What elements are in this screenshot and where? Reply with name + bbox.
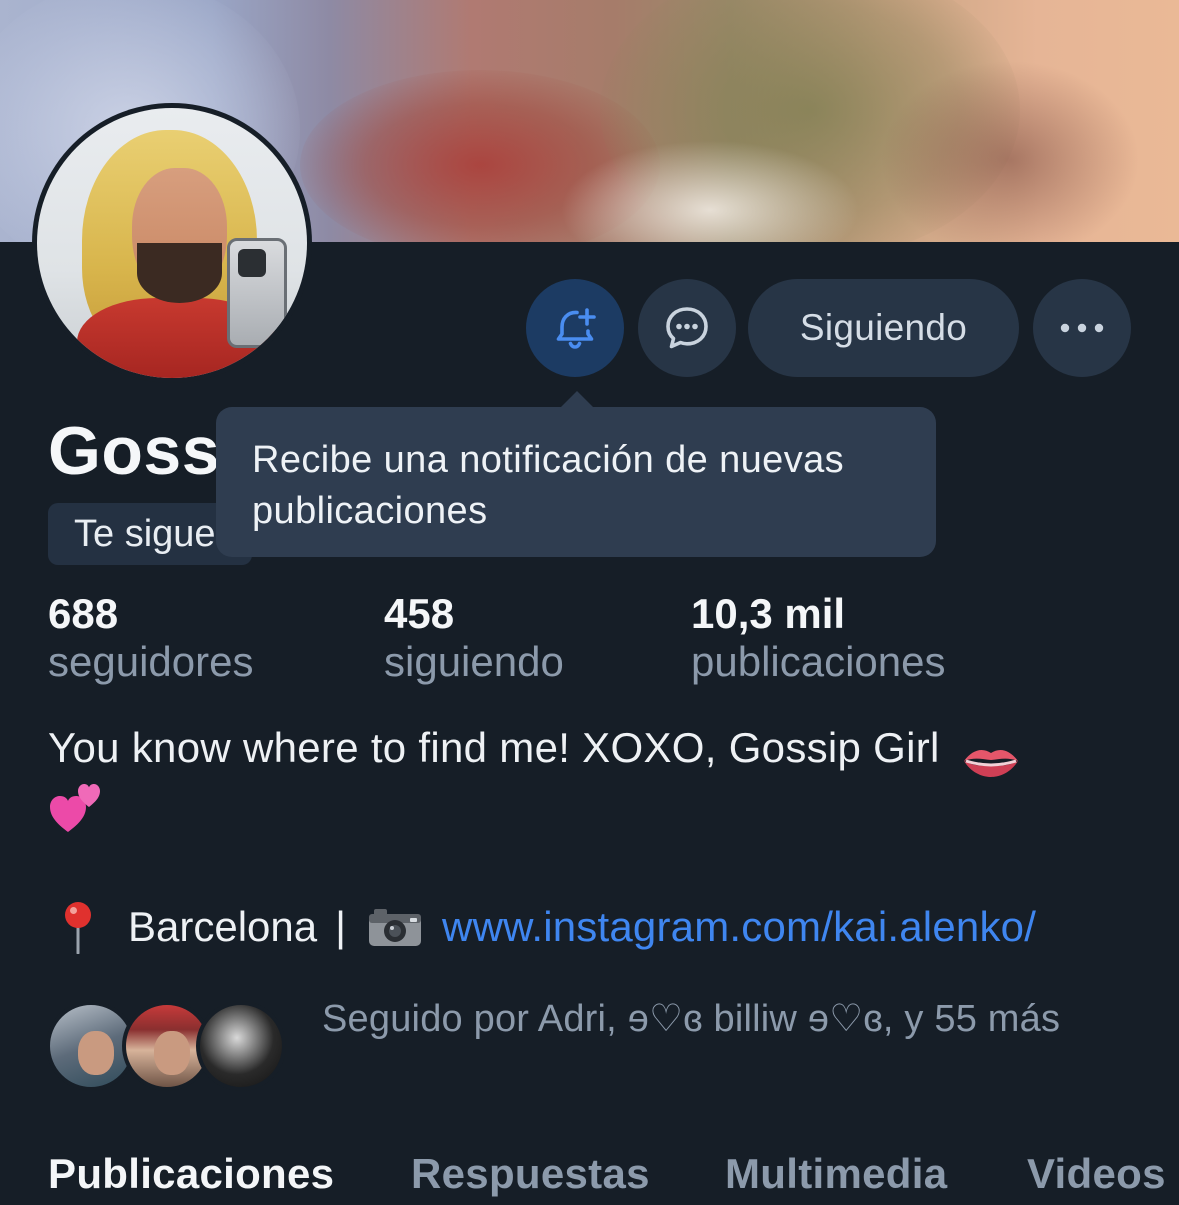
followers-label: seguidores (48, 638, 254, 685)
following-button-label: Siguiendo (799, 307, 968, 348)
following-count: 458 (384, 590, 455, 637)
ellipsis-icon (1059, 322, 1105, 334)
tab-media[interactable]: Multimedia (725, 1150, 947, 1198)
profile-display-name: Goss (48, 413, 221, 489)
profile-tabs: Publicaciones Respuestas Multimedia Vide… (0, 1150, 1179, 1205)
lips-emoji (962, 734, 1020, 777)
more-options-button[interactable] (1033, 279, 1131, 377)
follows-you-badge-label: Te sigue (74, 512, 216, 555)
profile-avatar[interactable] (32, 103, 312, 383)
tab-videos[interactable]: Videos (1027, 1150, 1166, 1198)
instagram-link[interactable]: www.instagram.com/kai.alenko/ (442, 903, 1036, 951)
following-label: siguiendo (384, 638, 564, 685)
separator: | (335, 903, 347, 950)
round-pushpin-emoji (58, 900, 98, 955)
tab-replies[interactable]: Respuestas (411, 1150, 650, 1198)
followers-count: 688 (48, 590, 119, 637)
tooltip-text: Recibe una notificación de nuevas public… (252, 439, 845, 532)
following-stat[interactable]: 458 siguiendo (384, 590, 564, 686)
tab-posts[interactable]: Publicaciones (48, 1150, 334, 1198)
posts-stat: 10,3 mil publicaciones (691, 590, 946, 686)
notification-tooltip: Recibe una notificación de nuevas public… (216, 391, 936, 557)
camera-emoji (366, 905, 424, 949)
location-text: Barcelona (128, 903, 318, 950)
tooltip-arrow (560, 391, 594, 408)
bell-plus-icon (551, 304, 599, 352)
two-hearts-emoji (48, 780, 104, 836)
message-button[interactable] (638, 279, 736, 377)
posts-count: 10,3 mil (691, 590, 846, 637)
followed-by-text[interactable]: Seguido por Adri, ɘ♡ɞ billiw ɘ♡ɞ, y 55 m… (322, 995, 1122, 1044)
following-button[interactable]: Siguiendo (748, 279, 1019, 377)
profile-screen: Siguiendo Goss Te sigue Recibe una notif… (0, 0, 1179, 1205)
followers-stat[interactable]: 688 seguidores (48, 590, 253, 686)
notify-posts-button[interactable] (526, 279, 624, 377)
profile-bio: You know where to find me! XOXO, Gossip … (48, 718, 1138, 836)
profile-location-line: Barcelona | www.instagram.com/kai.alenko… (48, 897, 1036, 957)
bio-text: You know where to find me! XOXO, Gossip … (48, 724, 940, 771)
chat-bubble-icon (662, 303, 712, 353)
follower-avatar-3[interactable] (196, 1001, 286, 1091)
posts-label: publicaciones (691, 638, 946, 685)
